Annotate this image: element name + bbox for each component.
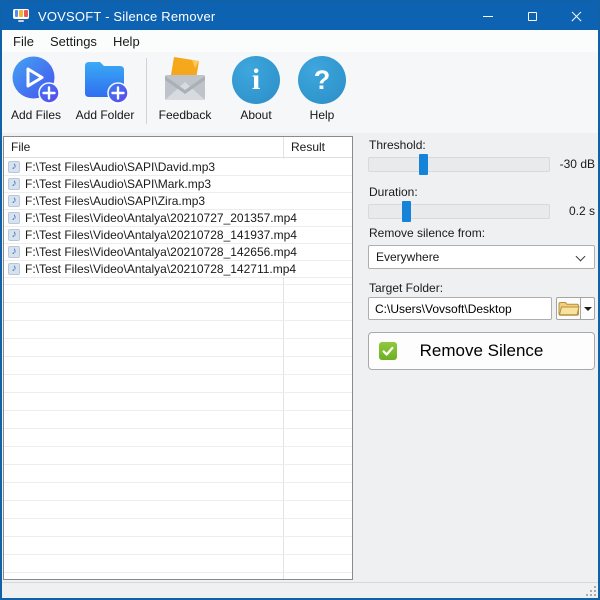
maximize-icon — [527, 11, 537, 21]
file-path: F:\Test Files\Audio\SAPI\Zira.mp3 — [25, 194, 206, 208]
add-folder-button[interactable]: Add Folder — [73, 56, 137, 122]
music-note-icon: ♪ — [8, 161, 20, 173]
duration-slider-thumb[interactable] — [402, 201, 412, 222]
browse-folder-button[interactable] — [557, 298, 580, 319]
chevron-down-icon — [575, 251, 586, 262]
menu-bar: File Settings Help — [2, 30, 598, 52]
settings-panel: Threshold: -30 dB Duration: 0.2 s Remove… — [368, 136, 595, 576]
file-path: F:\Test Files\Video\Antalya\20210728_142… — [25, 262, 297, 276]
table-row[interactable]: ♪ F:\Test Files\Video\Antalya\20210728_14… — [4, 227, 352, 244]
file-path: F:\Test Files\Audio\SAPI\David.mp3 — [25, 160, 216, 174]
info-icon: i — [232, 56, 280, 104]
threshold-value: -30 dB — [559, 157, 595, 171]
minimize-button[interactable] — [466, 2, 510, 30]
green-check-icon — [379, 342, 397, 360]
column-header-file[interactable]: File — [11, 140, 30, 154]
threshold-label: Threshold: — [369, 138, 426, 152]
menu-help[interactable]: Help — [105, 32, 148, 51]
threshold-slider[interactable] — [368, 154, 550, 175]
feedback-button[interactable]: Feedback — [153, 56, 217, 122]
target-folder-input[interactable] — [368, 297, 552, 320]
title-bar: VOVSOFT - Silence Remover — [2, 2, 598, 30]
remove-silence-label: Remove Silence — [419, 341, 544, 360]
music-note-icon: ♪ — [8, 263, 20, 275]
app-window: VOVSOFT - Silence Remover File Settings … — [0, 0, 600, 600]
add-files-button[interactable]: Add Files — [4, 56, 68, 122]
threshold-slider-thumb[interactable] — [418, 154, 428, 175]
music-note-icon: ♪ — [8, 195, 20, 207]
toolbar-label: Add Folder — [75, 108, 135, 122]
file-list: File Result ♪ F:\Test Files\Audio\SAPI\Da… — [3, 136, 353, 580]
toolbar-label: Add Files — [10, 108, 62, 122]
duration-slider[interactable] — [368, 201, 550, 222]
music-note-icon: ♪ — [8, 212, 20, 224]
target-folder-label: Target Folder: — [369, 281, 444, 295]
help-button[interactable]: ? Help — [290, 56, 354, 122]
music-note-icon: ♪ — [8, 178, 20, 190]
about-button[interactable]: i About — [224, 56, 288, 122]
table-row[interactable]: ♪ F:\Test Files\Audio\SAPI\Zira.mp3 — [4, 193, 352, 210]
folder-icon — [558, 302, 580, 316]
window-title: VOVSOFT - Silence Remover — [38, 8, 216, 24]
toolbar-label: Help — [309, 108, 335, 122]
toolbar-label: About — [240, 108, 272, 122]
browse-folder-dropdown-button[interactable] — [581, 298, 594, 319]
file-list-header: File Result — [4, 137, 352, 158]
table-row[interactable]: ♪ F:\Test Files\Video\Antalya\20210727_20… — [4, 210, 352, 227]
close-icon — [570, 10, 583, 23]
menu-file[interactable]: File — [5, 32, 42, 51]
maximize-button[interactable] — [510, 2, 554, 30]
menu-settings[interactable]: Settings — [42, 32, 105, 51]
file-path: F:\Test Files\Video\Antalya\20210728_141… — [25, 228, 297, 242]
toolbar-separator — [146, 58, 147, 124]
play-plus-icon — [12, 56, 60, 104]
file-path: F:\Test Files\Video\Antalya\20210728_142… — [25, 245, 297, 259]
question-icon: ? — [298, 56, 346, 104]
toolbar-label: Feedback — [158, 108, 212, 122]
column-header-result[interactable]: Result — [291, 140, 325, 154]
client-area: File Result ♪ F:\Test Files\Audio\SAPI\Da… — [2, 133, 598, 598]
file-list-body: ♪ F:\Test Files\Audio\SAPI\David.mp3 ♪ F:\… — [4, 159, 352, 579]
remove-from-label: Remove silence from: — [369, 226, 486, 240]
remove-silence-button[interactable]: Remove Silence — [368, 332, 595, 370]
duration-value: 0.2 s — [568, 204, 595, 218]
file-path: F:\Test Files\Video\Antalya\20210727_201… — [25, 211, 297, 225]
envelope-icon — [161, 56, 209, 104]
toolbar: Add Files Add Folder Feedback i About ? … — [2, 52, 598, 133]
close-button[interactable] — [554, 2, 598, 30]
resize-grip[interactable] — [586, 586, 596, 596]
table-row[interactable]: ♪ F:\Test Files\Audio\SAPI\Mark.mp3 — [4, 176, 352, 193]
file-path: F:\Test Files\Audio\SAPI\Mark.mp3 — [25, 177, 212, 191]
table-row[interactable]: ♪ F:\Test Files\Video\Antalya\20210728_14… — [4, 261, 352, 278]
status-bar — [2, 582, 598, 598]
folder-plus-icon — [81, 56, 129, 104]
music-note-icon: ♪ — [8, 246, 20, 258]
dropdown-selected-value: Everywhere — [376, 250, 440, 264]
music-note-icon: ♪ — [8, 229, 20, 241]
duration-label: Duration: — [369, 185, 418, 199]
remove-from-dropdown[interactable]: Everywhere — [368, 245, 595, 269]
dropdown-arrow-icon — [583, 306, 592, 311]
app-icon — [12, 8, 30, 24]
minimize-icon — [483, 15, 493, 17]
table-row[interactable]: ♪ F:\Test Files\Audio\SAPI\David.mp3 — [4, 159, 352, 176]
table-row[interactable]: ♪ F:\Test Files\Video\Antalya\20210728_14… — [4, 244, 352, 261]
browse-folder-split-button — [556, 297, 595, 320]
